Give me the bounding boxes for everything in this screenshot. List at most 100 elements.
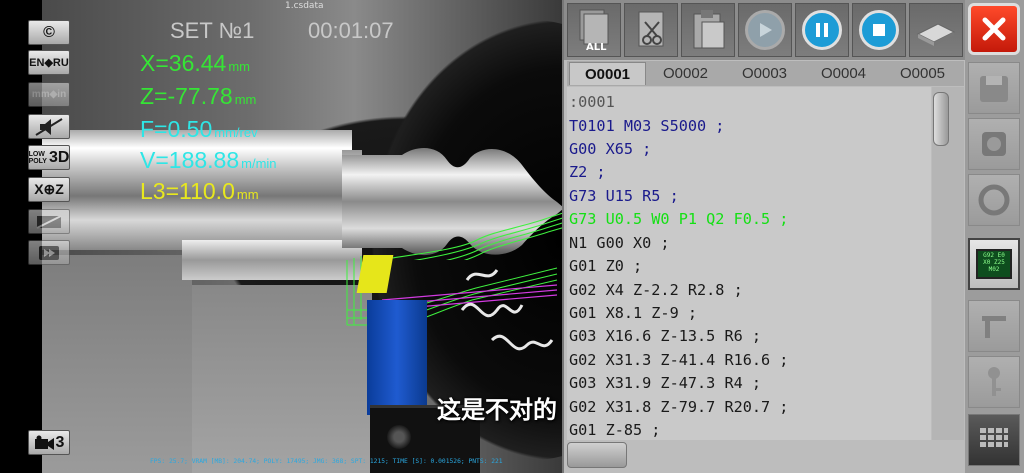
editor-scrollbar-thumb[interactable] (933, 92, 949, 146)
tool-setup-button[interactable] (968, 174, 1020, 226)
tool-path-icon (36, 214, 62, 229)
caliper-icon (982, 316, 1006, 338)
sound-toggle-button[interactable] (28, 114, 70, 139)
speed-unit: m/min (241, 156, 277, 171)
code-editor[interactable]: :0001 T0101 M03 S5000 ; G00 X65 ; Z2 ; G… (567, 87, 931, 440)
graphics-quality-button[interactable]: LOW POLY 3D (28, 145, 70, 170)
key-button[interactable] (968, 356, 1020, 408)
language-toggle-button[interactable]: EN◆RU (28, 50, 70, 75)
pause-icon (816, 23, 828, 37)
stop-circle (859, 10, 899, 50)
code-line[interactable]: G73 U15 R5 ; (569, 187, 679, 205)
select-all-label: ALL (586, 42, 607, 52)
replay-icon (39, 245, 59, 260)
z-value: Z=-77.78 (140, 83, 233, 109)
stop-button[interactable] (852, 3, 906, 57)
left-toolbar: © EN◆RU mm◆in LOW POLY 3D X⊕Z 3 (0, 0, 130, 473)
tab-o0005[interactable]: O0005 (884, 62, 961, 85)
chuck-setup-button[interactable] (968, 118, 1020, 170)
camera-icon (34, 435, 54, 450)
machining-timer: 00:01:07 (308, 18, 394, 43)
close-icon (982, 17, 1006, 41)
tool-holder (367, 300, 427, 415)
x-coordinate-readout: X=36.44 mm (140, 50, 250, 77)
right-toolbar: G92 E0 X0 Z25 M02 (965, 0, 1024, 473)
tool-length-value: L3=110.0 (140, 178, 235, 204)
chuck-jaw-lower (182, 240, 362, 280)
code-line[interactable]: G01 Z-85 ; (569, 421, 660, 439)
code-line[interactable]: G02 X4 Z-2.2 R2.8 ; (569, 281, 743, 299)
x-value: X=36.44 (140, 50, 227, 76)
tab-o0001[interactable]: O0001 (569, 62, 646, 85)
coordinate-system-button[interactable]: X⊕Z (28, 177, 70, 202)
pause-button[interactable] (795, 3, 849, 57)
tab-o0004[interactable]: O0004 (805, 62, 882, 85)
tool-length-unit: mm (236, 187, 259, 202)
tool-length-readout: L3=110.0 mm (140, 178, 259, 205)
units-toggle-button[interactable]: mm◆in (28, 82, 70, 107)
render-stats: FPS: 25.7; VRAM [MB]: 204.74; POLY: 1749… (150, 458, 503, 465)
code-line[interactable]: G01 Z0 ; (569, 257, 642, 275)
select-all-icon: ALL (579, 9, 609, 52)
select-all-button[interactable]: ALL (567, 3, 621, 57)
close-button[interactable] (968, 3, 1020, 55)
program-monitor-button[interactable]: G92 E0 X0 Z25 M02 (968, 238, 1020, 290)
turret-bolt (387, 425, 411, 449)
x-unit: mm (228, 59, 251, 74)
play-button[interactable] (738, 3, 792, 57)
program-tabs: O0001 O0002 O0003 O0004 O0005 (567, 61, 964, 86)
monitor-icon: G92 E0 X0 Z25 M02 (976, 249, 1012, 279)
code-line[interactable]: G00 X65 ; (569, 140, 651, 158)
paste-icon (693, 10, 725, 49)
replay-button[interactable] (28, 240, 70, 265)
program-editor-panel: ALL O0001 O0002 O0003 O0004 O0005:0001 … (562, 0, 967, 473)
code-line[interactable]: T0101 M03 S5000 ; (569, 117, 724, 135)
code-line-current[interactable]: G73 U0.5 W0 P1 Q2 F0.5 ; (569, 210, 788, 228)
code-line[interactable]: G03 X16.6 Z-13.5 R6 ; (569, 327, 761, 345)
code-line[interactable]: G03 X31.9 Z-47.3 R4 ; (569, 374, 761, 392)
book-icon (916, 23, 956, 46)
camera-view-button[interactable]: 3 (28, 430, 70, 455)
camera-number: 3 (55, 433, 65, 451)
keypad-button[interactable] (968, 414, 1020, 466)
3d-label: 3D (48, 148, 70, 166)
mute-icon (35, 117, 63, 136)
cut-button[interactable] (624, 3, 678, 57)
play-icon (760, 23, 772, 37)
caliper-button[interactable] (968, 300, 1020, 352)
speed-value: V=188.88 (140, 147, 240, 173)
editor-toolbar: ALL (564, 0, 967, 60)
tab-o0002[interactable]: O0002 (647, 62, 724, 85)
code-line[interactable]: Z2 ; (569, 163, 606, 181)
set-label: SET №1 (170, 18, 255, 43)
feed-unit: mm/rev (214, 125, 258, 140)
display-mode-button[interactable] (28, 209, 70, 234)
metal-chips (460, 269, 554, 351)
code-line[interactable]: G01 X8.1 Z-9 ; (569, 304, 697, 322)
editor-bottom-button[interactable] (567, 442, 627, 468)
tab-o0003[interactable]: O0003 (726, 62, 803, 85)
feed-readout: F=0.50 mm/rev (140, 116, 258, 143)
code-line[interactable]: G02 X31.3 Z-41.4 R16.6 ; (569, 351, 788, 369)
video-subtitle: 这是不对的 (437, 396, 557, 424)
z-unit: mm (234, 92, 257, 107)
save-disk-button[interactable] (968, 62, 1020, 114)
file-name: 1.csdata (285, 1, 324, 11)
keypad-icon (980, 428, 1008, 447)
cut-icon (638, 11, 664, 47)
manual-button[interactable] (909, 3, 963, 57)
play-circle (745, 10, 785, 50)
key-icon (988, 367, 1001, 396)
poly-label: POLY (28, 157, 47, 165)
code-line[interactable]: :0001 (569, 93, 615, 111)
code-line[interactable]: N1 G00 X0 ; (569, 234, 670, 252)
z-coordinate-readout: Z=-77.78 mm (140, 83, 256, 110)
pause-circle (802, 10, 842, 50)
tool-ring-icon (978, 184, 1010, 216)
copyright-button[interactable]: © (28, 20, 70, 45)
chuck-icon (982, 132, 1006, 156)
stop-icon (873, 24, 885, 36)
feed-value: F=0.50 (140, 116, 213, 142)
paste-button[interactable] (681, 3, 735, 57)
code-line[interactable]: G02 X31.8 Z-79.7 R20.7 ; (569, 398, 788, 416)
